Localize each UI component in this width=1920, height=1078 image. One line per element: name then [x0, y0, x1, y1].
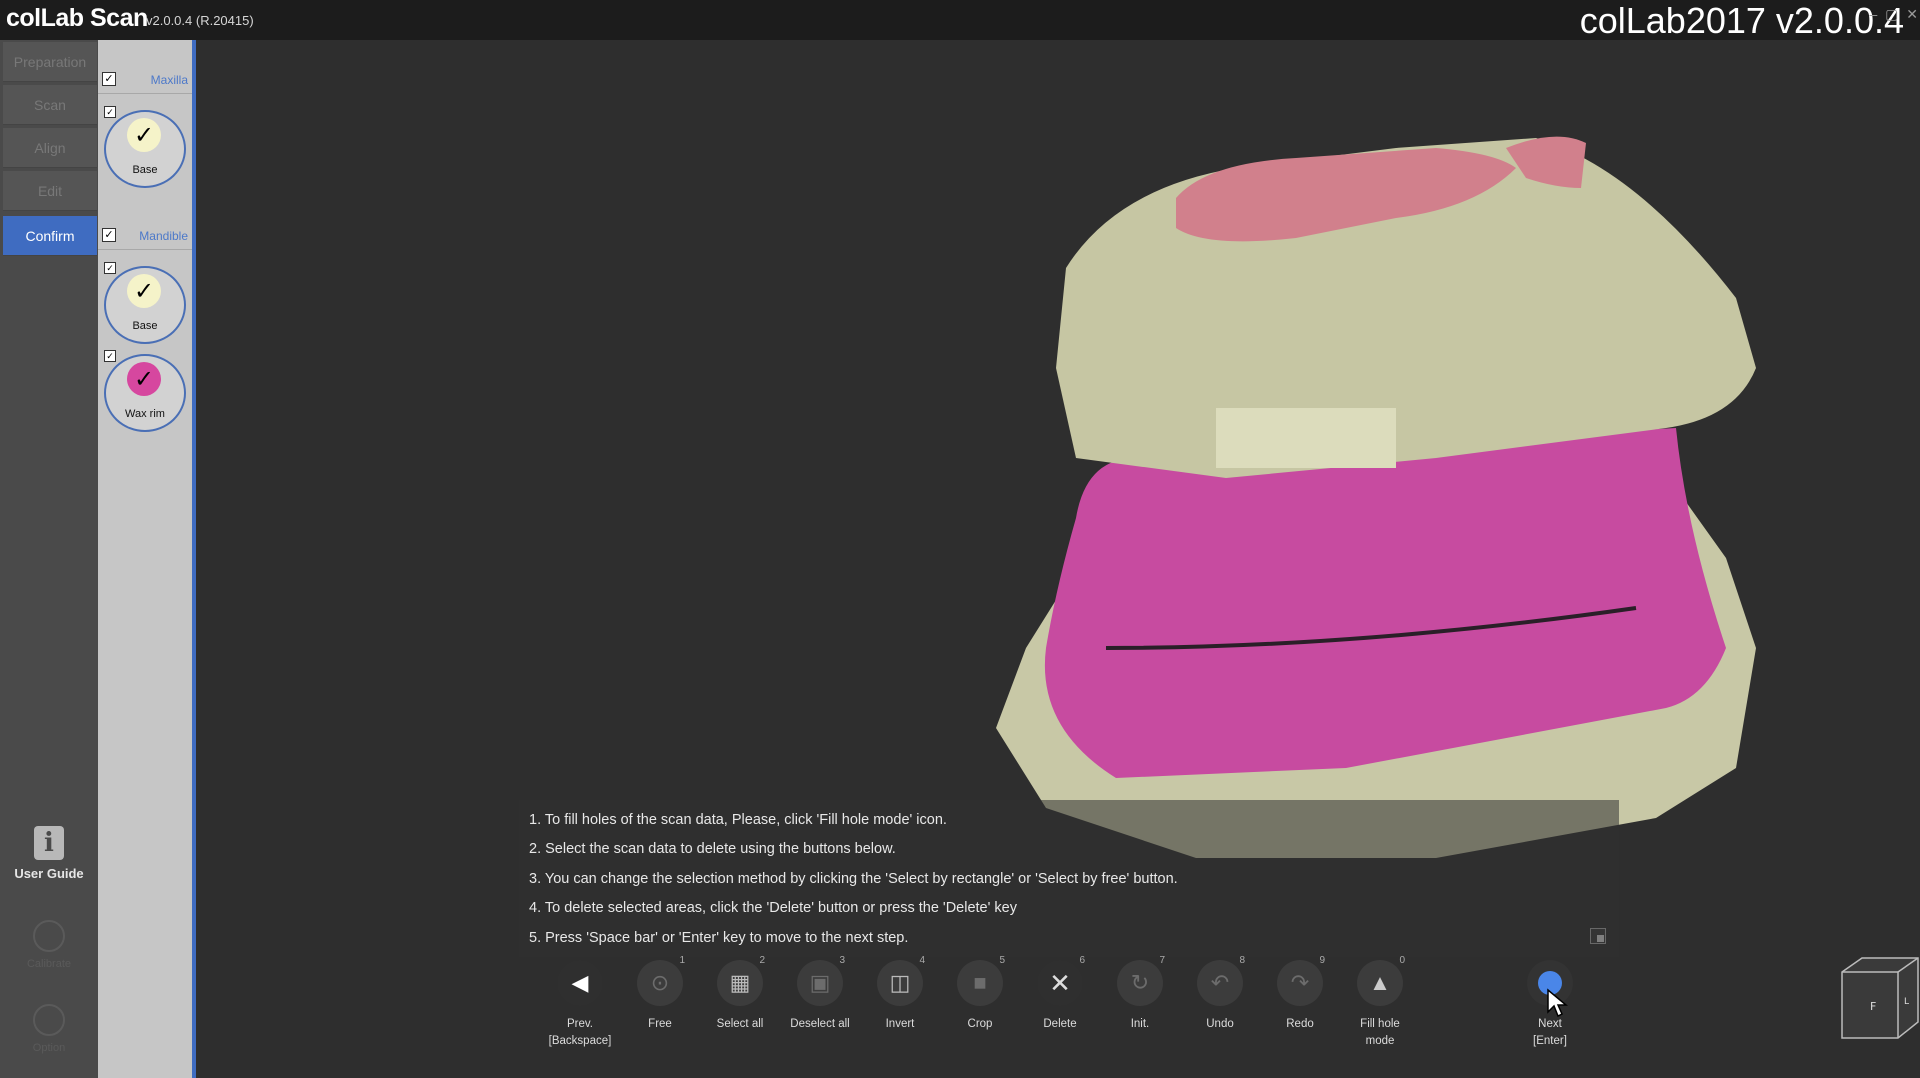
title-bar: colLab Scan v2.0.0.4 (R.20415) colLab201… — [0, 0, 1920, 41]
edit-toolbar: ◀ Prev. [Backspace] ⊙ 1 Free ▦ 2 Select all… — [540, 955, 1580, 1070]
window-controls: – ▢ ✕ — [1865, 6, 1918, 23]
prev-label: Prev. — [567, 1018, 593, 1030]
undo-button[interactable]: ↶ 8 Undo — [1180, 955, 1260, 1033]
undo-label: Undo — [1206, 1018, 1234, 1030]
mandible-wax-rim-item[interactable]: ✓ ✓ Wax rim — [98, 348, 192, 434]
crop-label: Crop — [967, 1018, 993, 1030]
mandible-wax-rim-label: Wax rim — [125, 408, 165, 420]
mandible-group: ✓ Mandible — [98, 220, 192, 250]
step-scan[interactable]: Scan — [3, 85, 97, 125]
delete-icon: ✕ 6 — [1037, 955, 1085, 1006]
option-label: Option — [32, 1042, 66, 1054]
info-icon: i — [34, 826, 64, 860]
mandible-wax-rim-checkbox[interactable]: ✓ — [104, 350, 116, 362]
check-icon: ✓ — [127, 118, 161, 152]
free-select-label: Free — [648, 1018, 672, 1030]
arrow-left-icon: ◀ — [557, 960, 603, 1006]
init-label: Init. — [1130, 1018, 1150, 1030]
mouse-cursor-icon — [1547, 988, 1568, 1018]
free-select-button[interactable]: ⊙ 1 Free — [620, 955, 700, 1033]
minimize-icon[interactable]: – — [1869, 6, 1877, 22]
app-version: v2.0.0.4 (R.20415) — [146, 13, 254, 28]
invert-label: Invert — [885, 1018, 915, 1030]
delete-button[interactable]: ✕ 6 Delete — [1020, 955, 1100, 1033]
app-title: colLab Scan — [6, 4, 148, 32]
data-panel: ✓ Maxilla ✓ ✓ Base ✓ Mandible ✓ ✓ Base ✓… — [98, 40, 196, 1078]
instruction-line: 2. Select the scan data to delete using … — [529, 841, 896, 858]
mandible-base-item[interactable]: ✓ ✓ Base — [98, 260, 192, 346]
calibrate-label: Calibrate — [26, 958, 72, 970]
lasso-icon: ⊙ 1 — [637, 955, 685, 1006]
fill-hole-icon: ▲ 0 — [1357, 955, 1405, 1006]
instructions-panel: 1. To fill holes of the scan data, Pleas… — [519, 800, 1619, 957]
deselect-all-icon: ▣ 3 — [797, 955, 845, 1006]
check-icon: ✓ — [127, 274, 161, 308]
view-cube-left-label: L — [1904, 997, 1909, 1007]
overlay-title: colLab2017 v2.0.0.4 — [1579, 0, 1904, 41]
globe-icon — [33, 920, 65, 952]
init-button[interactable]: ↻ 7 Init. — [1100, 955, 1180, 1033]
redo-label: Redo — [1286, 1018, 1314, 1030]
instruction-line: 5. Press 'Space bar' or 'Enter' key to m… — [529, 929, 909, 946]
deselect-all-button[interactable]: ▣ 3 Deselect all — [780, 955, 860, 1033]
maxilla-label-plate — [1216, 408, 1396, 468]
select-all-label: Select all — [716, 1018, 764, 1030]
redo-button[interactable]: ↷ 9 Redo — [1260, 955, 1340, 1033]
step-confirm[interactable]: Confirm — [3, 216, 97, 256]
user-guide-button[interactable]: i User Guide — [0, 826, 98, 881]
next-key-label: [Enter] — [1533, 1035, 1567, 1047]
maximize-icon[interactable]: ▢ — [1885, 6, 1898, 22]
view-cube[interactable]: F L — [1832, 952, 1920, 1044]
prev-button[interactable]: ◀ Prev. [Backspace] — [540, 960, 620, 1050]
close-icon[interactable]: ✕ — [1906, 6, 1918, 22]
delete-label: Delete — [1043, 1018, 1077, 1030]
maxilla-label: Maxilla — [150, 73, 188, 87]
step-preparation[interactable]: Preparation — [3, 42, 97, 82]
step-edit[interactable]: Edit — [3, 171, 97, 211]
maxilla-base-label: Base — [132, 164, 158, 176]
step-navigation: Preparation Scan Align Edit Confirm i Us… — [0, 40, 98, 1078]
mandible-base-label: Base — [132, 320, 158, 332]
mandible-label: Mandible — [139, 229, 188, 243]
instruction-line: 4. To delete selected areas, click the '… — [529, 900, 1017, 917]
undo-icon: ↶ 8 — [1197, 955, 1245, 1006]
check-icon: ✓ — [127, 362, 161, 396]
invert-icon: ◫ 4 — [877, 955, 925, 1006]
redo-icon: ↷ 9 — [1277, 955, 1325, 1006]
maxilla-base-checkbox[interactable]: ✓ — [104, 106, 116, 118]
user-guide-label: User Guide — [14, 866, 84, 881]
fill-hole-mode-label: Fill hole mode — [1360, 1018, 1400, 1047]
select-all-icon: ▦ 2 — [717, 955, 765, 1006]
mandible-checkbox[interactable]: ✓ — [102, 228, 116, 242]
invert-button[interactable]: ◫ 4 Invert — [860, 955, 940, 1033]
deselect-all-label: Deselect all — [790, 1018, 850, 1030]
maxilla-group: ✓ Maxilla — [98, 64, 192, 94]
init-icon: ↻ 7 — [1117, 955, 1165, 1006]
calibrate-button[interactable]: Calibrate — [0, 920, 98, 970]
instruction-line: 1. To fill holes of the scan data, Pleas… — [529, 812, 947, 828]
maxilla-base-item[interactable]: ✓ ✓ Base — [98, 104, 192, 190]
select-all-button[interactable]: ▦ 2 Select all — [700, 955, 780, 1033]
maxilla-checkbox[interactable]: ✓ — [102, 72, 116, 86]
step-align[interactable]: Align — [3, 128, 97, 168]
next-label: Next — [1538, 1018, 1562, 1030]
fill-hole-mode-button[interactable]: ▲ 0 Fill hole mode — [1340, 955, 1420, 1050]
prev-key-label: [Backspace] — [548, 1035, 612, 1047]
gear-icon — [33, 1004, 65, 1036]
crop-button[interactable]: ■ 5 Crop — [940, 955, 1020, 1033]
option-button[interactable]: Option — [0, 1004, 98, 1054]
mandible-base-checkbox[interactable]: ✓ — [104, 262, 116, 274]
view-cube-front-label: F — [1870, 1000, 1876, 1013]
instruction-line: 3. You can change the selection method b… — [529, 870, 1178, 887]
crop-icon: ■ 5 — [957, 955, 1005, 1006]
